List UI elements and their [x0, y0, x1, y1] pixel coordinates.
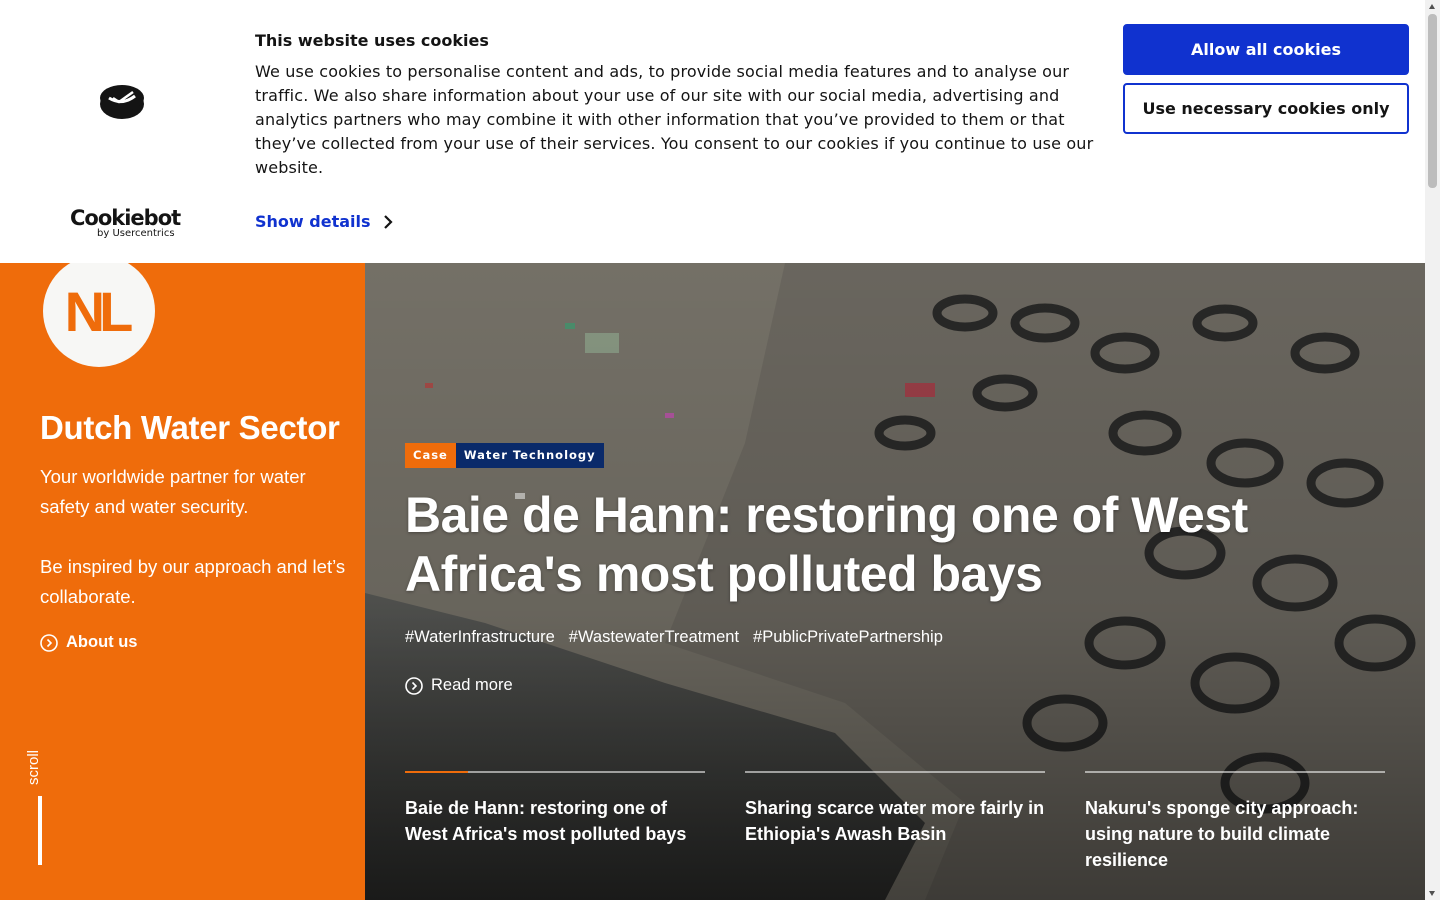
- allow-all-cookies-button[interactable]: Allow all cookies: [1123, 24, 1409, 75]
- cookie-banner: Cookiebot by Usercentrics This website u…: [0, 0, 1425, 263]
- story-progress-bar: [405, 771, 705, 773]
- nl-logo-text: NL: [64, 279, 134, 343]
- sidebar: NL Dutch Water Sector Your worldwide par…: [0, 255, 365, 900]
- show-details-link[interactable]: Show details: [255, 212, 393, 231]
- story-title: Sharing scarce water more fairly in Ethi…: [745, 798, 1045, 844]
- scroll-label: scroll: [25, 749, 43, 786]
- hero-title[interactable]: Baie de Hann: restoring one of West Afri…: [405, 486, 1305, 604]
- story-progress-bar: [1085, 771, 1385, 773]
- story-card-nakuru[interactable]: Nakuru's sponge city approach: using nat…: [1085, 771, 1385, 873]
- about-us-link[interactable]: About us: [40, 633, 138, 652]
- story-progress-bar: [745, 771, 1045, 773]
- show-details-label: Show details: [255, 212, 371, 231]
- circle-arrow-icon: [405, 676, 423, 695]
- scroll-indicator-line: [38, 796, 42, 865]
- cookiebot-logo-icon: [100, 85, 144, 119]
- scroll-up-arrow-icon[interactable]: [1429, 4, 1435, 9]
- nl-logo[interactable]: NL: [43, 255, 155, 367]
- about-us-label: About us: [66, 633, 138, 651]
- necessary-cookies-only-button[interactable]: Use necessary cookies only: [1123, 83, 1409, 134]
- story-card-baie-de-hann[interactable]: Baie de Hann: restoring one of West Afri…: [405, 771, 705, 873]
- page-scrollbar[interactable]: [1425, 0, 1440, 900]
- story-title: Nakuru's sponge city approach: using nat…: [1085, 798, 1359, 870]
- scrollbar-thumb[interactable]: [1428, 14, 1437, 188]
- story-progress-fill: [405, 771, 468, 773]
- hashtag-public-private-partnership[interactable]: #PublicPrivatePartnership: [753, 628, 943, 647]
- tag-water-technology[interactable]: Water Technology: [455, 443, 604, 468]
- scroll-down-arrow-icon[interactable]: [1429, 891, 1435, 896]
- cookie-banner-text: We use cookies to personalise content an…: [255, 62, 1094, 177]
- story-card-awash-basin[interactable]: Sharing scarce water more fairly in Ethi…: [745, 771, 1045, 873]
- hashtag-water-infrastructure[interactable]: #WaterInfrastructure: [405, 628, 555, 647]
- cookiebot-wordmark: Cookiebot: [70, 206, 181, 230]
- hashtag-list: #WaterInfrastructure #WastewaterTreatmen…: [405, 628, 943, 647]
- cookiebot-subtitle: by Usercentrics: [97, 228, 175, 239]
- cookie-banner-title: This website uses cookies: [255, 31, 489, 50]
- sidebar-tagline: Your worldwide partner for water safety …: [40, 466, 306, 517]
- read-more-link[interactable]: Read more: [405, 676, 513, 695]
- sidebar-title: Dutch Water Sector: [40, 409, 340, 446]
- article-tags: Case Water Technology: [405, 443, 604, 468]
- cookiebot-brand[interactable]: Cookiebot by Usercentrics: [70, 206, 181, 239]
- story-title: Baie de Hann: restoring one of West Afri…: [405, 798, 687, 844]
- scroll-indicator: scroll: [25, 743, 50, 793]
- hashtag-wastewater-treatment[interactable]: #WastewaterTreatment: [569, 628, 739, 647]
- sidebar-invitation: Be inspired by our approach and let’s co…: [40, 556, 346, 607]
- story-navigation: Baie de Hann: restoring one of West Afri…: [405, 771, 1385, 873]
- circle-arrow-icon: [40, 633, 58, 652]
- tag-case[interactable]: Case: [405, 443, 456, 468]
- read-more-label: Read more: [431, 676, 513, 694]
- hero-slider: Case Water Technology Baie de Hann: rest…: [365, 263, 1425, 900]
- chevron-right-icon: [383, 214, 393, 229]
